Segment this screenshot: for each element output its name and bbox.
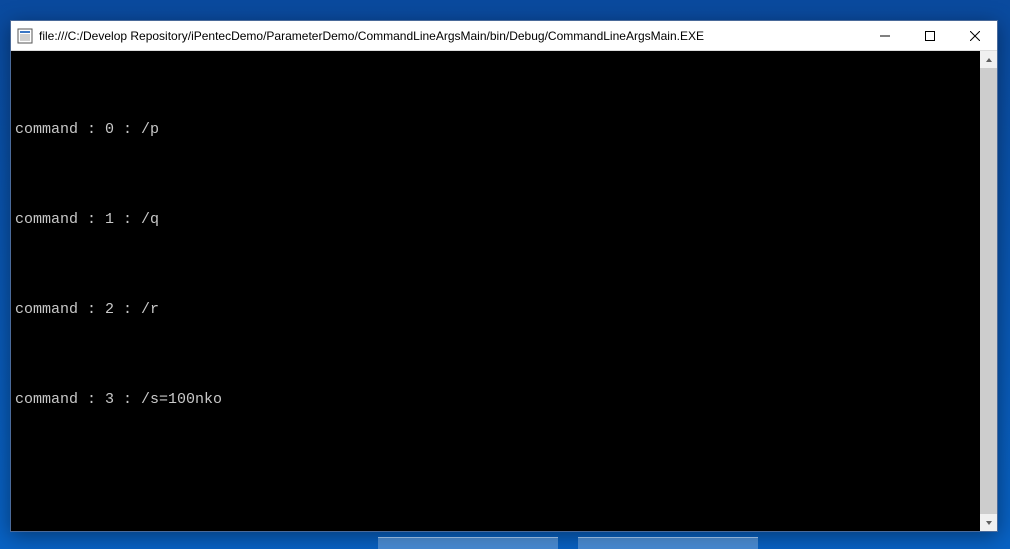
scroll-up-button[interactable] <box>980 51 997 68</box>
console-line: command : 0 : /p <box>15 115 976 145</box>
window-controls <box>862 21 997 50</box>
console-line <box>15 475 976 505</box>
minimize-button[interactable] <box>862 21 907 50</box>
console-line: command : 1 : /q <box>15 205 976 235</box>
taskbar-item <box>578 537 758 549</box>
app-icon <box>17 28 33 44</box>
taskbar-item <box>378 537 558 549</box>
close-button[interactable] <box>952 21 997 50</box>
console-window: file:///C:/Develop Repository/iPentecDem… <box>10 20 998 532</box>
scroll-track[interactable] <box>980 68 997 514</box>
scroll-thumb[interactable] <box>980 68 997 514</box>
maximize-button[interactable] <box>907 21 952 50</box>
vertical-scrollbar[interactable] <box>980 51 997 531</box>
console-output[interactable]: command : 0 : /p command : 1 : /q comman… <box>11 51 980 531</box>
scroll-down-button[interactable] <box>980 514 997 531</box>
taskbar-hint <box>0 529 1010 549</box>
console-line: command : 2 : /r <box>15 295 976 325</box>
titlebar[interactable]: file:///C:/Develop Repository/iPentecDem… <box>11 21 997 51</box>
window-title: file:///C:/Develop Repository/iPentecDem… <box>39 29 862 43</box>
console-area: command : 0 : /p command : 1 : /q comman… <box>11 51 997 531</box>
console-line: command : 3 : /s=100nko <box>15 385 976 415</box>
